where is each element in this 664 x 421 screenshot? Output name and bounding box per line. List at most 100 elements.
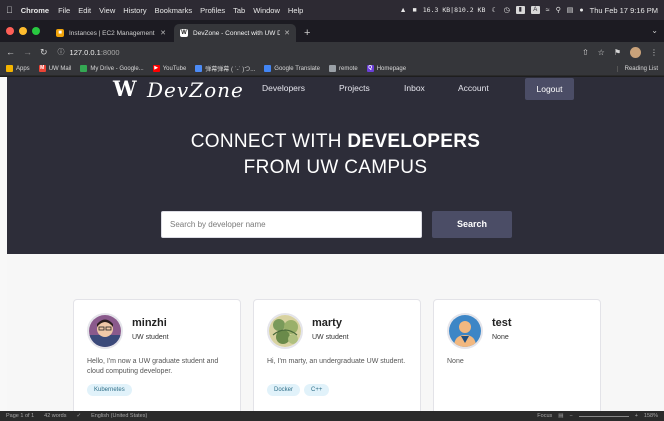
reading-list-button[interactable]: Reading List [616,65,658,72]
menu-window[interactable]: Window [253,6,280,15]
logout-button[interactable]: Logout [525,78,574,100]
page-viewport: W DevZone Developers Projects Inbox Acco… [0,77,664,411]
mail-icon: M [38,65,46,72]
developer-name[interactable]: test [492,317,512,329]
hero-section: W DevZone Developers Projects Inbox Acco… [7,77,664,254]
bookmark-my-drive[interactable]: My Drive - Google... [80,65,144,72]
clock-icon[interactable]: ◷ [504,6,510,14]
control-center-icon[interactable]: ▤ [567,6,574,14]
network-stats: 16.3 KB|810.2 KB [422,6,486,14]
siri-icon[interactable]: ● [579,7,583,14]
menu-edit[interactable]: Edit [78,6,91,15]
bookmarks-bar: Apps M UW Mail My Drive - Google... ▶ YouT… [0,62,664,76]
bookmark-label: Homepage [376,65,407,72]
battery-icon[interactable]: ▮ [515,6,525,14]
reading-list-label: Reading List [624,65,658,72]
bookmark-google-translate[interactable]: Google Translate [264,65,320,72]
developer-card[interactable]: minzhi UW student Hello, I'm now a UW gr… [73,299,241,411]
input-source-icon[interactable]: A [530,6,540,14]
close-tab-icon[interactable]: ✕ [160,29,166,37]
close-window-button[interactable] [6,27,14,35]
apple-icon[interactable]:  [6,5,13,15]
zoom-in-icon[interactable]: + [635,413,638,419]
zoom-level[interactable]: 158% [644,413,658,419]
bluetooth-icon[interactable]: ▲ [400,7,407,14]
nav-inbox[interactable]: Inbox [404,77,425,99]
view-mode-icon[interactable]: ▤ [558,413,563,419]
menu-help[interactable]: Help [288,6,303,15]
tab-search-chevron-icon[interactable]: ⌄ [651,20,658,42]
bookmark-uw-mail[interactable]: M UW Mail [38,65,71,72]
nav-account[interactable]: Account [458,77,489,99]
bookmark-apps[interactable]: Apps [6,65,30,72]
avatar[interactable] [267,313,303,349]
bookmark-label: Google Translate [274,65,320,72]
tab-ec2-instances[interactable]: ■ Instances | EC2 Management C ✕ [50,24,172,42]
tab-devzone[interactable]: W DevZone - Connect with UW D ✕ [174,24,296,42]
minimize-window-button[interactable] [19,27,27,35]
search-button[interactable]: Search [432,211,512,238]
menu-file[interactable]: File [58,6,70,15]
developer-name[interactable]: marty [312,317,342,329]
avatar[interactable] [447,313,483,349]
developer-role: UW student [312,334,349,341]
bookmark-youtube[interactable]: ▶ YouTube [152,65,186,72]
menu-history[interactable]: History [123,6,146,15]
nav-developers[interactable]: Developers [262,77,305,99]
menu-app-name[interactable]: Chrome [21,6,49,15]
developer-role: UW student [132,334,169,341]
moon-icon[interactable]: ☾ [491,6,497,14]
bookmark-star-icon[interactable]: ☆ [598,48,605,57]
menubar-clock[interactable]: Thu Feb 17 9:16 PM [590,6,658,15]
tab-title: DevZone - Connect with UW D [193,29,281,37]
reload-icon[interactable]: ↻ [40,47,48,58]
headline-prefix: CONNECT WITH [190,131,348,152]
close-tab-icon[interactable]: ✕ [284,29,290,37]
bookmark-danmaku[interactable]: 弹幕弹幕 ( ˙-˙ )つ... [195,64,255,73]
menu-tab[interactable]: Tab [233,6,245,15]
focus-mode-button[interactable]: Focus [537,413,552,419]
skill-tag: Kubernetes [87,384,132,396]
document-language[interactable]: English (United States) [91,413,147,419]
extensions-puzzle-icon[interactable]: ⚑ [614,48,621,57]
translate-icon [264,65,272,72]
site-logo-mark[interactable]: W [113,77,137,101]
developer-card[interactable]: test None None [433,299,601,411]
search-icon[interactable]: ⚲ [556,6,561,14]
aws-favicon-icon: ■ [56,29,64,37]
zoom-slider[interactable] [578,415,629,417]
browser-tab-strip: ■ Instances | EC2 Management C ✕ W DevZo… [0,20,664,42]
menu-bookmarks[interactable]: Bookmarks [155,6,193,15]
page-count: Page 1 of 1 [6,413,35,419]
zoom-window-button[interactable] [32,27,40,35]
site-info-icon[interactable]: ⓘ [58,47,65,57]
nav-projects[interactable]: Projects [339,77,370,99]
back-arrow-icon[interactable]: ← [6,47,15,57]
bookmark-label: Apps [16,65,30,72]
window-controls [6,20,40,42]
site-logo-text[interactable]: DevZone [147,78,244,102]
developer-search-input[interactable] [161,211,422,238]
menu-view[interactable]: View [99,6,115,15]
share-icon[interactable]: ⇧ [582,48,589,57]
wifi-icon[interactable]: ≈ [546,7,550,14]
forward-arrow-icon[interactable]: → [23,47,32,57]
camera-icon[interactable]: ■ [413,7,417,14]
avatar[interactable] [87,313,123,349]
zoom-out-icon[interactable]: − [569,413,572,419]
browser-tools: ⇧ ☆ ⚑ ⋮ [582,46,658,58]
menubar-status-area: ▲ ■ 16.3 KB|810.2 KB ☾ ◷ ▮ A ≈ ⚲ ▤ ● Thu… [400,6,658,15]
developer-card[interactable]: marty UW student Hi, I'm marty, an under… [253,299,421,411]
proofing-icon[interactable]: ✓ [76,413,81,419]
menu-profiles[interactable]: Profiles [200,6,225,15]
bookmark-remote[interactable]: remote [329,65,358,72]
profile-avatar-icon[interactable] [630,46,641,58]
developer-bio: Hi, I'm marty, an undergraduate UW stude… [267,358,406,365]
word-count[interactable]: 42 words [44,413,66,419]
new-tab-icon[interactable]: + [304,24,310,42]
developer-name[interactable]: minzhi [132,317,167,329]
default-user-icon [449,315,481,347]
bookmark-homepage[interactable]: Q Homepage [366,65,407,72]
url-bar[interactable]: ⓘ 127.0.0.1:8000 [58,47,582,57]
more-menu-icon[interactable]: ⋮ [650,48,658,57]
